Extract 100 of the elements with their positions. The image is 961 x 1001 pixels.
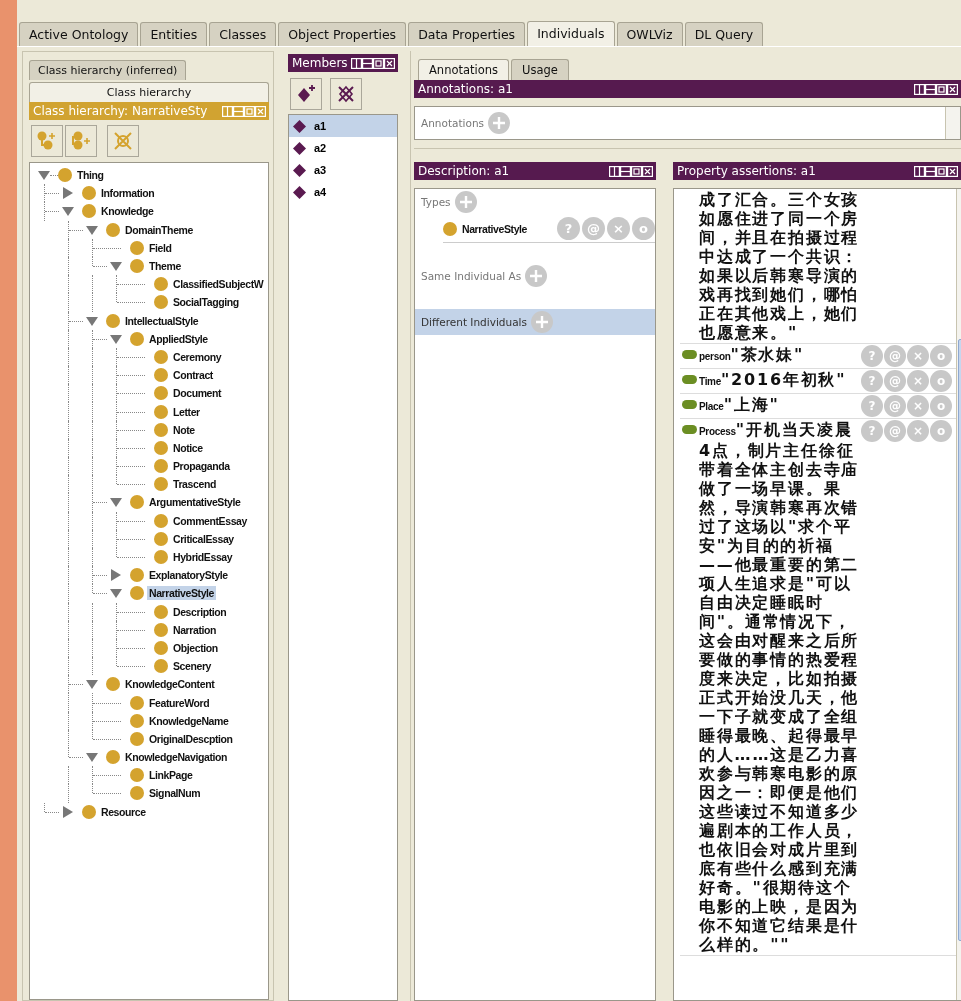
add-subclass-icon xyxy=(36,130,58,152)
member-name: a3 xyxy=(314,164,327,176)
delete-class-icon xyxy=(112,130,134,152)
tab[interactable]: DL Query xyxy=(684,22,764,46)
tree-item[interactable]: CriticalEssay xyxy=(171,531,236,546)
tree-item[interactable]: Scenery xyxy=(171,659,214,674)
tree-item[interactable]: AppliedStyle xyxy=(147,331,210,346)
section-label: Same Individual As xyxy=(421,270,522,282)
class-icon xyxy=(154,659,168,674)
tree-item[interactable]: ArgumentativeStyle xyxy=(147,495,243,510)
section-header[interactable]: Same Individual As xyxy=(415,263,655,289)
class-icon xyxy=(130,768,144,783)
tree-item[interactable]: Propaganda xyxy=(171,459,232,474)
tab[interactable]: Individuals xyxy=(527,21,615,46)
tree-item[interactable]: ClassifiedSubjectW xyxy=(171,277,266,292)
member-name: a1 xyxy=(314,120,327,132)
panel-title: Description: a1 xyxy=(418,164,511,178)
add-individual-button[interactable] xyxy=(290,78,322,110)
tree-item[interactable]: Theme xyxy=(147,259,183,274)
tree-item[interactable]: Notice xyxy=(171,440,205,455)
view-controls-icon[interactable] xyxy=(609,165,653,177)
class-icon xyxy=(58,168,72,183)
tree-item[interactable]: CommentEssay xyxy=(171,513,249,528)
panel-title: Property assertions: a1 xyxy=(677,164,817,178)
class-icon xyxy=(130,331,144,346)
panel-title: Members xyxy=(292,56,347,70)
tree-item[interactable]: NarrativeStyle xyxy=(147,586,217,601)
data-property-icon xyxy=(682,375,697,384)
tree-item[interactable]: KnowledgeContent xyxy=(123,677,217,692)
tab[interactable]: Object Properties xyxy=(278,22,407,46)
tree-item[interactable]: Note xyxy=(171,422,197,437)
class-icon xyxy=(154,368,168,383)
class-icon xyxy=(154,459,168,474)
view-controls-icon[interactable] xyxy=(914,165,958,177)
tree-item[interactable]: ExplanatoryStyle xyxy=(147,568,230,583)
class-icon xyxy=(154,622,168,637)
class-icon xyxy=(443,221,457,236)
class-icon xyxy=(154,422,168,437)
tab[interactable]: Data Properties xyxy=(408,22,526,46)
class-icon xyxy=(154,550,168,565)
member-name: a4 xyxy=(314,186,327,198)
tree-item[interactable]: Objection xyxy=(171,640,220,655)
tree-item[interactable]: IntellectualStyle xyxy=(123,313,201,328)
tab[interactable]: Classes xyxy=(209,22,277,46)
class-icon xyxy=(154,640,168,655)
tab[interactable]: Annotations xyxy=(418,59,510,80)
data-property-icon xyxy=(682,425,697,434)
property-assertion: Place"上海" xyxy=(699,395,781,416)
view-controls-icon[interactable] xyxy=(914,83,958,95)
tree-item[interactable]: Thing xyxy=(75,168,106,183)
delete-individual-button[interactable] xyxy=(330,78,362,110)
tree-item[interactable]: Ceremony xyxy=(171,349,224,364)
member-item[interactable]: a4 xyxy=(289,181,397,203)
tree-item[interactable]: Contract xyxy=(171,368,215,383)
tree-item[interactable]: Narration xyxy=(171,622,219,637)
tree-item[interactable]: Resource xyxy=(99,804,148,819)
tree-item[interactable]: HybridEssay xyxy=(171,550,235,565)
section-header[interactable]: Different Individuals xyxy=(415,309,655,335)
class-icon xyxy=(130,731,144,746)
tree-item[interactable]: FeatureWord xyxy=(147,695,212,710)
section-label: Different Individuals xyxy=(421,316,527,328)
section-label: Annotations xyxy=(421,117,485,129)
tab[interactable]: Usage xyxy=(511,59,569,80)
tab[interactable]: OWLViz xyxy=(616,22,683,46)
property-assertion: Process"开机当天凌晨4点，制片主任徐征带着全体主创去寺庙做了一场早课。果然，导演韩寒再次错过了这场以"求个平安"为目的的祈福——他最重要的第二项人生追求是"可以自由决定睡眠时间"。通常情况下，这会由对醒来之后所要做的事情的热爱程度来决定，比如拍摄正式开始没几天，他一下子就变成了全组睡得最晚、起得最早的人……这是乙力喜欢参与韩寒电影的原因之一：即便是他们这些读过不知道多少遍剧本的工作人员，也依旧会对成片里到底有些什么感到充满好奇。"很期待这个电影的上映，是因为你不知道它结果是什么样的。"" xyxy=(699,420,861,954)
tree-item[interactable]: Letter xyxy=(171,404,202,419)
tree-item[interactable]: Trascend xyxy=(171,477,218,492)
member-item[interactable]: a3 xyxy=(289,159,397,181)
class-icon xyxy=(82,804,96,819)
class-icon xyxy=(130,568,144,583)
tree-item[interactable]: SocialTagging xyxy=(171,295,241,310)
class-icon xyxy=(154,295,168,310)
section-header[interactable]: Types xyxy=(415,189,655,215)
class-icon xyxy=(130,586,144,601)
tree-item[interactable]: DomainTheme xyxy=(123,222,195,237)
tree-item[interactable]: KnowledgeName xyxy=(147,713,231,728)
view-controls-icon[interactable] xyxy=(351,57,395,69)
class-icon xyxy=(154,386,168,401)
tree-item[interactable]: KnowledgeNavigation xyxy=(123,750,230,765)
tab[interactable]: Entities xyxy=(140,22,208,46)
member-item[interactable]: a1 xyxy=(289,115,397,137)
tab[interactable]: Active Ontology xyxy=(19,22,139,46)
tree-item[interactable]: Description xyxy=(171,604,229,619)
scrollbar[interactable] xyxy=(945,107,960,139)
class-icon xyxy=(130,695,144,710)
tree-item[interactable]: Knowledge xyxy=(99,204,156,219)
tab[interactable]: Class hierarchy (inferred) xyxy=(29,60,187,80)
tree-item[interactable]: LinkPage xyxy=(147,768,195,783)
class-icon xyxy=(154,404,168,419)
tree-item[interactable]: OriginalDescption xyxy=(147,731,235,746)
panel-title: Class hierarchy: NarrativeSty xyxy=(33,104,209,118)
data-property-icon xyxy=(682,350,697,359)
expand-toggle[interactable] xyxy=(62,805,74,818)
tree-item[interactable]: SignalNum xyxy=(147,786,203,801)
tree-item[interactable]: Information xyxy=(99,186,157,201)
member-item[interactable]: a2 xyxy=(289,137,397,159)
property-assertion: Time"2016年初秋" xyxy=(699,370,848,391)
tree-item[interactable]: Document xyxy=(171,386,224,401)
tab[interactable]: Class hierarchy xyxy=(29,82,269,102)
tree-item[interactable]: Field xyxy=(147,240,174,255)
